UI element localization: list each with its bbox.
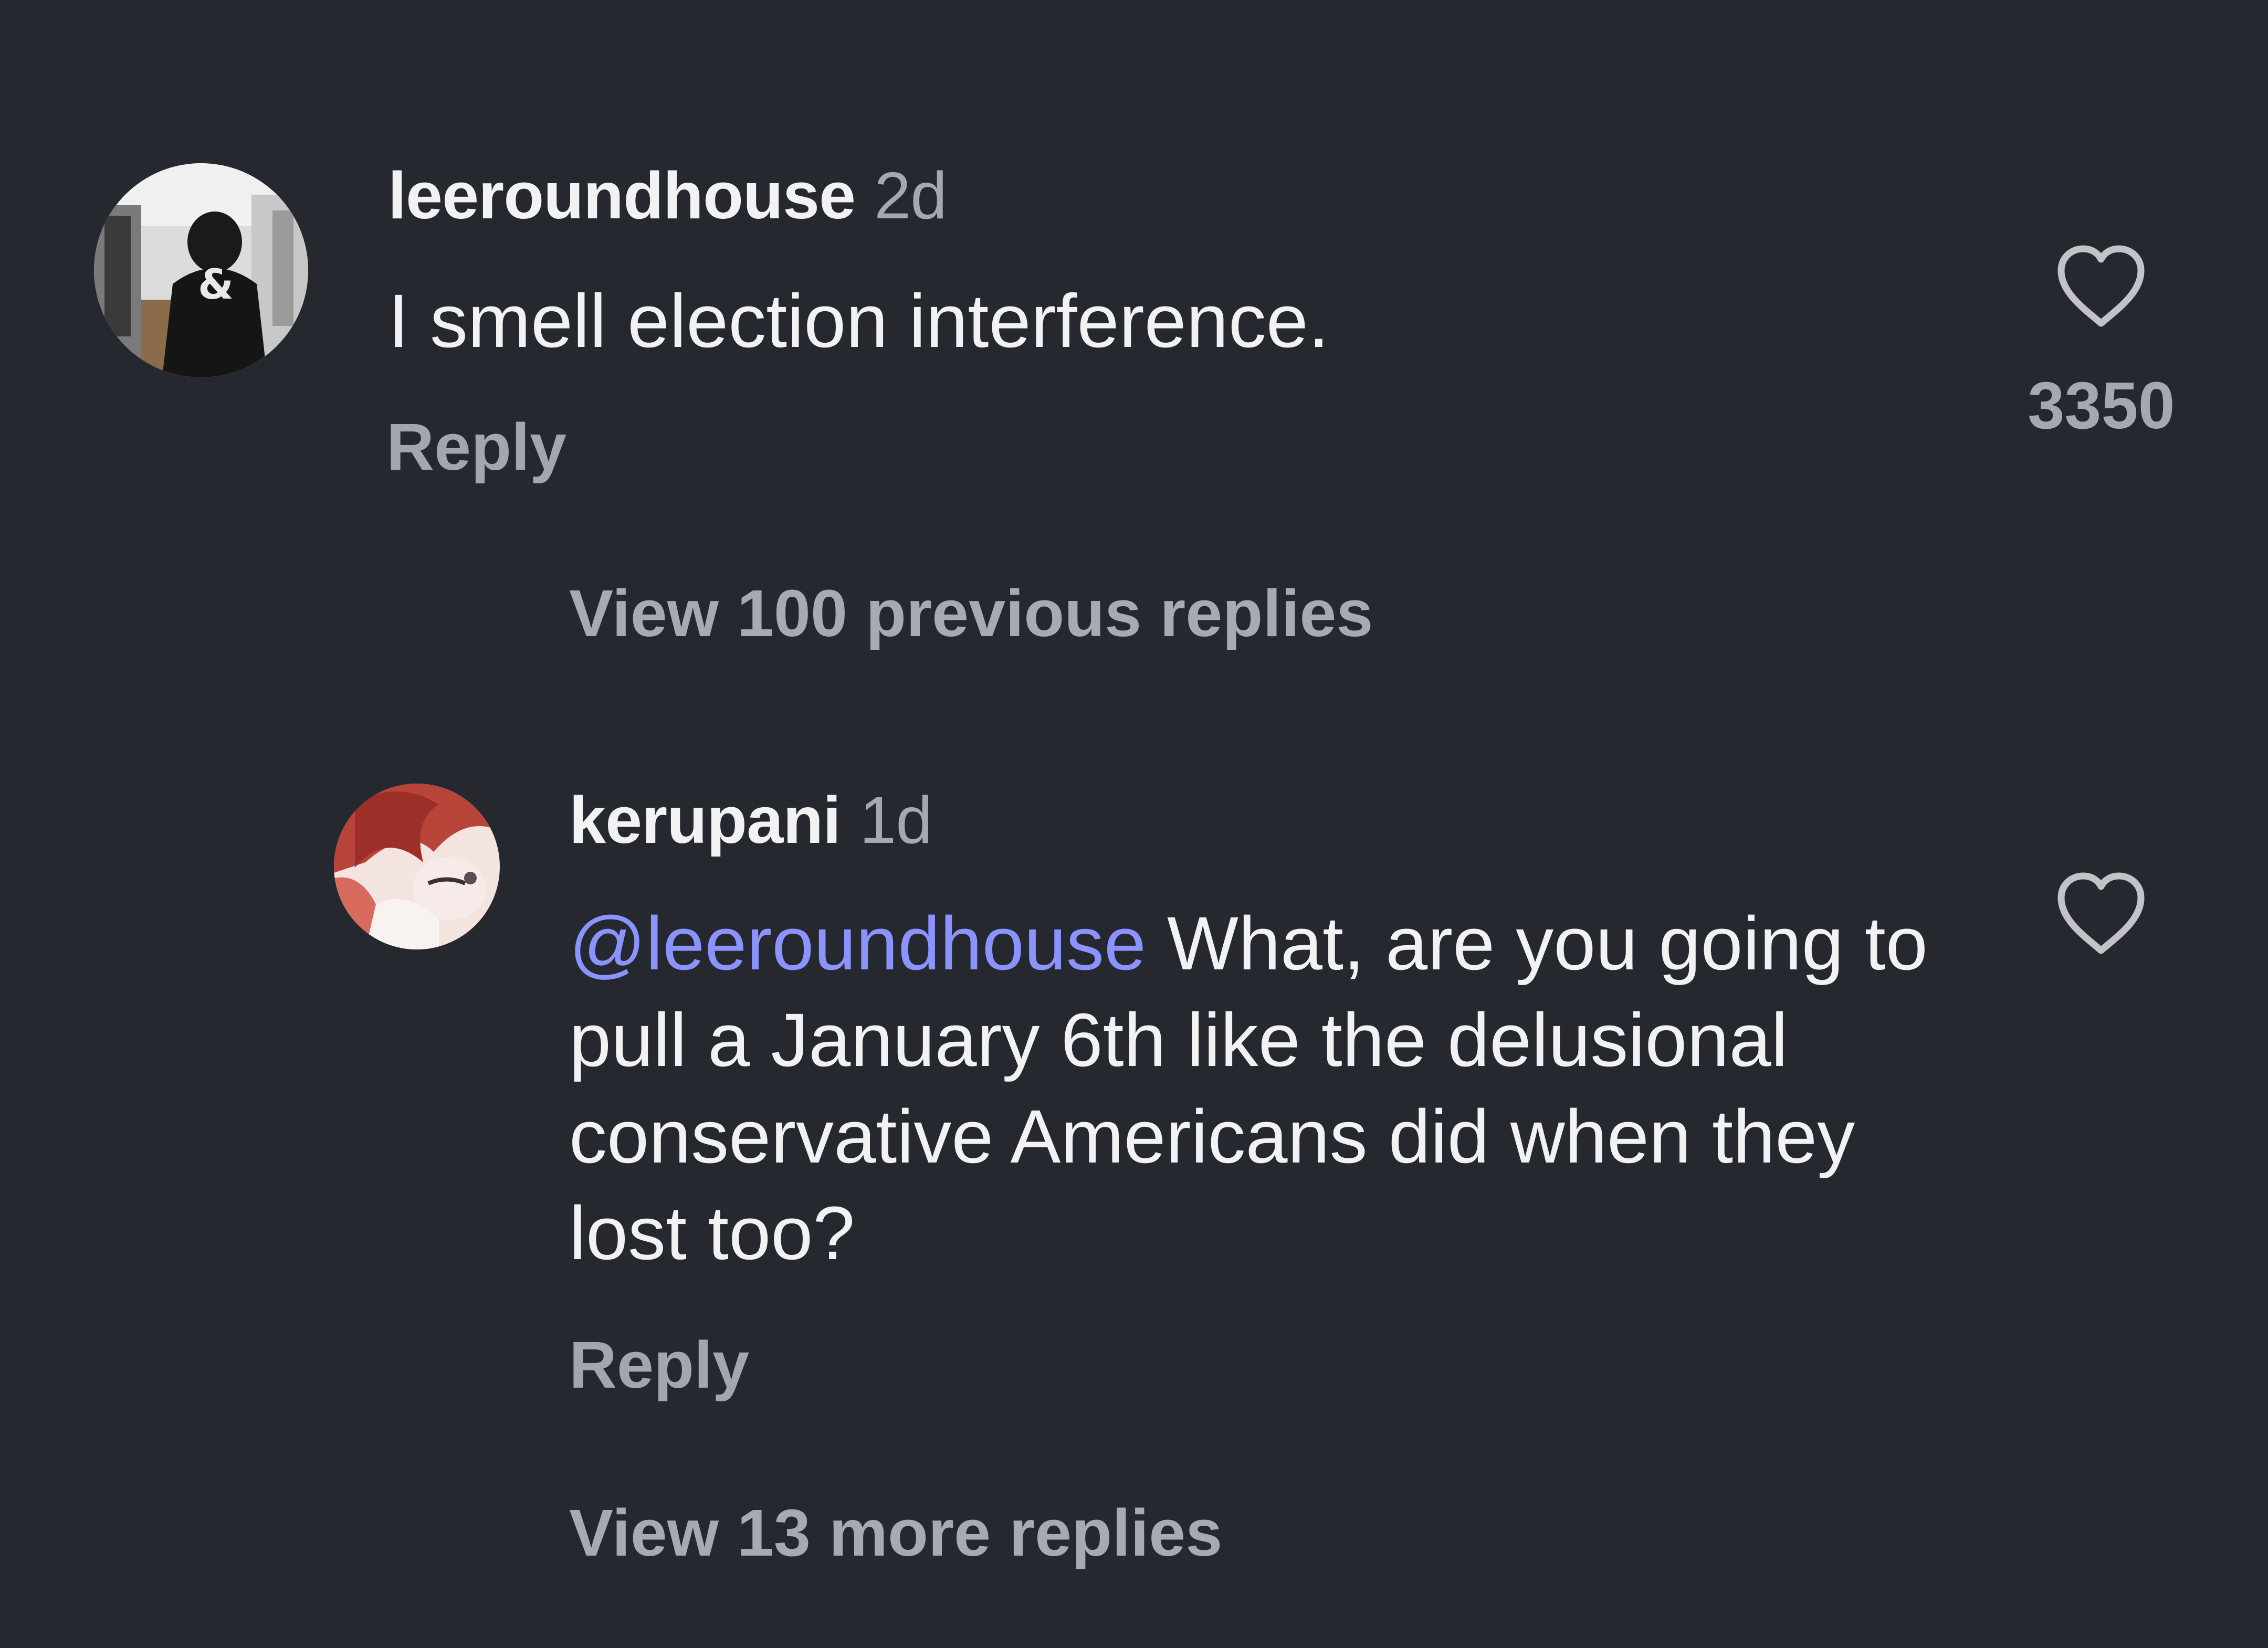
comment-header: kerupani 1d (569, 782, 932, 858)
avatar[interactable]: & (94, 163, 308, 377)
timestamp: 2d (874, 159, 947, 233)
svg-text:&: & (198, 261, 234, 309)
comment-header: leeroundhouse 2d (388, 157, 947, 234)
heart-outline-icon (2057, 872, 2145, 954)
comment-text: I smell election interference. (388, 279, 1329, 363)
like-count: 3350 (2028, 368, 2175, 442)
view-previous-replies-button[interactable]: View 100 previous replies (569, 575, 1373, 651)
like-button[interactable] (2053, 869, 2149, 960)
avatar-photo-icon (334, 784, 500, 949)
heart-outline-icon (2057, 245, 2145, 327)
mention-link[interactable]: @leeroundhouse (569, 901, 1146, 986)
avatar[interactable] (334, 784, 500, 949)
comment-text: @leeroundhouse What, are you going to pu… (569, 895, 1966, 1282)
reply-button[interactable]: Reply (386, 409, 566, 485)
username[interactable]: leeroundhouse (388, 159, 856, 233)
view-more-replies-button[interactable]: View 13 more replies (569, 1495, 1222, 1571)
timestamp: 1d (859, 783, 932, 857)
like-button[interactable] (2053, 241, 2149, 333)
avatar-photo-icon: & (94, 163, 308, 377)
username[interactable]: kerupani (569, 783, 841, 857)
reply-button[interactable]: Reply (569, 1327, 749, 1403)
